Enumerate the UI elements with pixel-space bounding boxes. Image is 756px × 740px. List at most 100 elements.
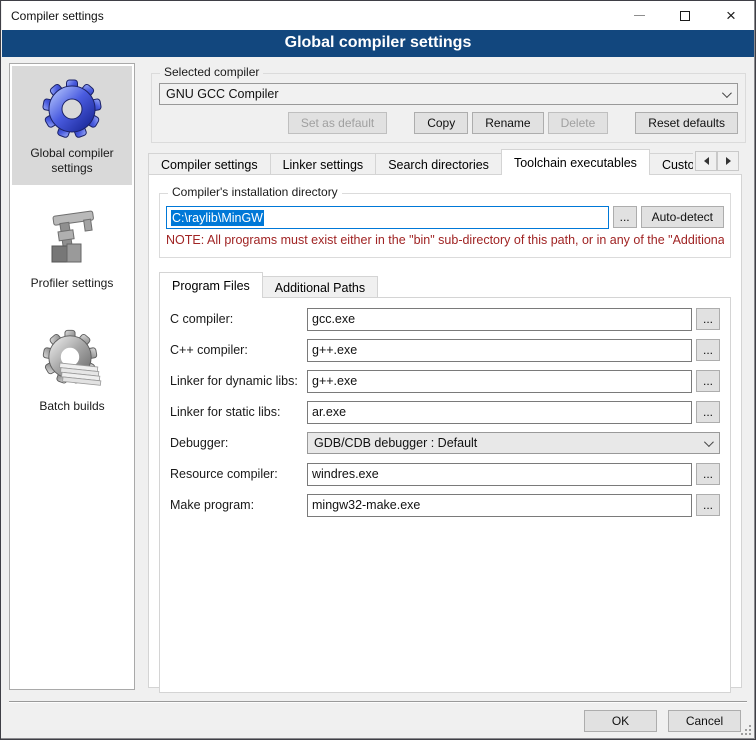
browse-button[interactable]: ...: [696, 463, 720, 485]
input-value: windres.exe: [312, 467, 379, 481]
minimize-button[interactable]: [616, 1, 662, 30]
tab-program-files[interactable]: Program Files: [159, 272, 263, 298]
field-label: Debugger:: [170, 436, 307, 450]
debugger-select[interactable]: GDB/CDB debugger : Default: [307, 432, 720, 454]
tab-compiler-settings[interactable]: Compiler settings: [148, 153, 271, 175]
browse-directory-button[interactable]: ...: [613, 206, 637, 228]
arrow-left-icon: [700, 157, 709, 165]
rename-button[interactable]: Rename: [472, 112, 543, 134]
tab-toolchain-executables[interactable]: Toolchain executables: [501, 149, 650, 175]
titlebar: Compiler settings ×: [2, 1, 754, 30]
selected-compiler-group: Selected compiler GNU GCC Compiler Set a…: [151, 73, 746, 143]
input-value: gcc.exe: [312, 312, 355, 326]
browse-button[interactable]: ...: [696, 494, 720, 516]
browse-button[interactable]: ...: [696, 339, 720, 361]
sidebar-item-global-compiler-settings[interactable]: Global compiler settings: [12, 66, 132, 185]
installation-directory-input[interactable]: C:\raylib\MinGW: [166, 206, 609, 229]
resource-compiler-input[interactable]: windres.exe: [307, 463, 692, 486]
resize-grip[interactable]: [740, 724, 752, 736]
note-text: NOTE: All programs must exist either in …: [166, 233, 724, 247]
dynamic-linker-input[interactable]: g++.exe: [307, 370, 692, 393]
sidebar-item-label: Profiler settings: [27, 276, 118, 291]
make-program-input[interactable]: mingw32-make.exe: [307, 494, 692, 517]
input-value: mingw32-make.exe: [312, 498, 420, 512]
input-value: g++.exe: [312, 374, 357, 388]
sidebar-item-batch-builds[interactable]: Batch builds: [12, 312, 132, 431]
cpp-compiler-input[interactable]: g++.exe: [307, 339, 692, 362]
c-compiler-input[interactable]: gcc.exe: [307, 308, 692, 331]
field-row-debugger: Debugger: GDB/CDB debugger : Default: [170, 432, 720, 454]
tab-scroll-arrows: [695, 151, 739, 171]
tab-label: Custom variables: [662, 158, 693, 172]
tab-label: Search directories: [388, 158, 489, 172]
field-row-static-linker: Linker for static libs: ar.exe ...: [170, 401, 720, 423]
content-area: Selected compiler GNU GCC Compiler Set a…: [141, 63, 749, 703]
tab-linker-settings[interactable]: Linker settings: [270, 153, 377, 175]
browse-button[interactable]: ...: [696, 308, 720, 330]
compiler-buttons-row: Set as default Copy Rename Delete Reset …: [159, 112, 738, 134]
set-as-default-button[interactable]: Set as default: [288, 112, 387, 134]
group-label: Compiler's installation directory: [168, 185, 342, 199]
field-row-cpp-compiler: C++ compiler: g++.exe ...: [170, 339, 720, 361]
toolchain-executables-page: Compiler's installation directory C:\ray…: [148, 174, 742, 688]
tab-additional-paths[interactable]: Additional Paths: [262, 276, 378, 298]
installation-directory-row: C:\raylib\MinGW ... Auto-detect: [166, 206, 724, 229]
field-label: Resource compiler:: [170, 467, 307, 481]
browse-button[interactable]: ...: [696, 401, 720, 423]
maximize-button[interactable]: [662, 1, 708, 30]
arrow-right-icon: [726, 157, 735, 165]
tab-scroll-right-button[interactable]: [717, 151, 739, 171]
cancel-button[interactable]: Cancel: [668, 710, 741, 732]
field-label: C compiler:: [170, 312, 307, 326]
settings-sidebar: Global compiler settings Profiler settin…: [9, 63, 135, 690]
browse-button[interactable]: ...: [696, 370, 720, 392]
field-label: C++ compiler:: [170, 343, 307, 357]
sidebar-item-label: Batch builds: [35, 399, 108, 414]
delete-button[interactable]: Delete: [548, 112, 609, 134]
caliper-icon: [40, 206, 104, 270]
tab-label: Compiler settings: [161, 158, 258, 172]
caption-buttons: ×: [616, 1, 754, 30]
minimize-icon: [634, 15, 645, 16]
input-value: ar.exe: [312, 405, 346, 419]
field-label: Linker for dynamic libs:: [170, 374, 307, 388]
tab-label: Program Files: [172, 279, 250, 293]
group-label: Selected compiler: [160, 65, 263, 79]
compiler-select[interactable]: GNU GCC Compiler: [159, 83, 738, 105]
tab-label: Linker settings: [283, 158, 364, 172]
dialog-banner: Global compiler settings: [2, 30, 754, 57]
installation-directory-group: Compiler's installation directory C:\ray…: [159, 193, 731, 258]
auto-detect-button[interactable]: Auto-detect: [641, 206, 724, 228]
static-linker-input[interactable]: ar.exe: [307, 401, 692, 424]
gear-stack-icon: [40, 329, 104, 393]
field-row-resource-compiler: Resource compiler: windres.exe ...: [170, 463, 720, 485]
copy-button[interactable]: Copy: [414, 112, 468, 134]
footer-separator: [9, 701, 747, 703]
tab-search-directories[interactable]: Search directories: [375, 153, 502, 175]
compiler-select-value: GNU GCC Compiler: [166, 87, 279, 101]
maximize-icon: [680, 11, 690, 21]
settings-tab-strip: Compiler settings Linker settings Search…: [148, 149, 693, 175]
tab-scroll-left-button[interactable]: [695, 151, 717, 171]
program-files-page: C compiler: gcc.exe ... C++ compiler: g+…: [159, 297, 731, 693]
selected-text: C:\raylib\MinGW: [171, 210, 264, 226]
reset-defaults-button[interactable]: Reset defaults: [635, 112, 738, 134]
chevron-down-icon: [722, 88, 732, 98]
debugger-select-value: GDB/CDB debugger : Default: [314, 436, 477, 450]
tab-custom-variables[interactable]: Custom variables: [649, 153, 693, 175]
window-title: Compiler settings: [2, 9, 104, 23]
gear-blue-icon: [40, 76, 104, 140]
sidebar-item-profiler-settings[interactable]: Profiler settings: [12, 189, 132, 308]
input-value: g++.exe: [312, 343, 357, 357]
field-row-make-program: Make program: mingw32-make.exe ...: [170, 494, 720, 516]
tab-label: Toolchain executables: [514, 156, 637, 170]
ok-button[interactable]: OK: [584, 710, 657, 732]
close-icon: ×: [726, 7, 736, 24]
sidebar-item-label: Global compiler settings: [12, 146, 132, 176]
field-label: Linker for static libs:: [170, 405, 307, 419]
tab-label: Additional Paths: [275, 281, 365, 295]
field-row-dynamic-linker: Linker for dynamic libs: g++.exe ...: [170, 370, 720, 392]
close-button[interactable]: ×: [708, 1, 754, 30]
compiler-settings-dialog: Compiler settings × Global compiler sett…: [0, 0, 756, 740]
field-label: Make program:: [170, 498, 307, 512]
